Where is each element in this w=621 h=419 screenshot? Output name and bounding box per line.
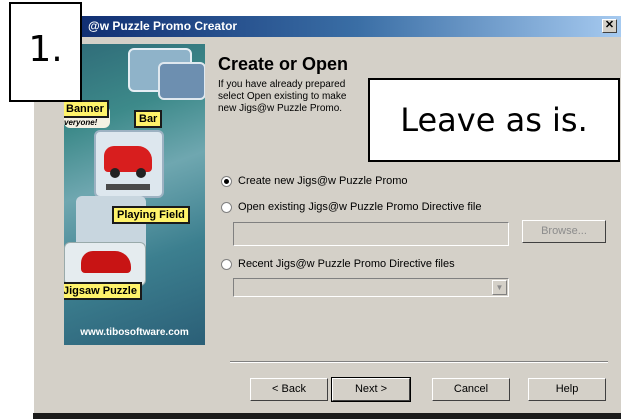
car-wheel xyxy=(110,168,120,178)
back-button[interactable]: < Back xyxy=(250,378,328,401)
toolbar-strip xyxy=(106,184,150,190)
radio-label: Create new Jigs@w Puzzle Promo xyxy=(238,175,408,187)
browse-button[interactable]: Browse... xyxy=(522,220,606,243)
bottom-border xyxy=(33,413,621,419)
cancel-button[interactable]: Cancel xyxy=(432,378,510,401)
separator xyxy=(230,361,608,363)
page-description: If you have already prepared select Open… xyxy=(218,79,378,115)
banner-text: veryone! xyxy=(64,118,98,127)
jigsaw-piece xyxy=(64,242,146,286)
car-wheel xyxy=(136,168,146,178)
title-bar[interactable]: @w Puzzle Promo Creator ✕ xyxy=(34,16,621,37)
next-button[interactable]: Next > xyxy=(331,377,411,402)
playing-field-piece xyxy=(94,130,164,198)
radio-create-new[interactable]: Create new Jigs@w Puzzle Promo xyxy=(221,175,408,187)
banner-label: Banner xyxy=(64,100,109,118)
radio-selected-dot xyxy=(224,178,229,184)
jigsaw-puzzle-label: Jigsaw Puzzle xyxy=(64,282,142,300)
bar-label: Bar xyxy=(134,110,163,128)
car-shape xyxy=(81,251,131,273)
radio-button[interactable] xyxy=(221,201,232,213)
description-line: new Jigs@w Puzzle Promo. xyxy=(218,103,343,114)
directive-file-path-field[interactable] xyxy=(233,222,509,246)
chevron-down-icon[interactable]: ▼ xyxy=(492,280,507,295)
radio-button[interactable] xyxy=(221,258,232,270)
description-line: If you have already prepared xyxy=(218,79,346,90)
radio-open-existing[interactable]: Open existing Jigs@w Puzzle Promo Direct… xyxy=(221,201,481,213)
promo-illustration: veryone! Banner Bar Playing Field Jigsaw… xyxy=(64,44,205,345)
screenshot-piece xyxy=(158,62,205,100)
recent-files-dropdown[interactable]: ▼ xyxy=(233,278,509,297)
radio-recent-files[interactable]: Recent Jigs@w Puzzle Promo Directive fil… xyxy=(221,258,455,270)
page-heading: Create or Open xyxy=(218,54,349,74)
window-title: @w Puzzle Promo Creator xyxy=(88,19,238,33)
description-line: select Open existing to make xyxy=(218,91,347,102)
step-number-annotation: 1. xyxy=(9,2,82,102)
radio-label: Recent Jigs@w Puzzle Promo Directive fil… xyxy=(238,258,455,270)
radio-label: Open existing Jigs@w Puzzle Promo Direct… xyxy=(238,201,482,213)
close-button[interactable]: ✕ xyxy=(602,19,617,33)
website-url: www.tibosoftware.com xyxy=(80,327,189,338)
instruction-annotation: Leave as is. xyxy=(368,78,620,162)
playing-field-label: Playing Field xyxy=(112,206,190,224)
radio-button[interactable] xyxy=(221,175,232,187)
help-button[interactable]: Help xyxy=(528,378,606,401)
